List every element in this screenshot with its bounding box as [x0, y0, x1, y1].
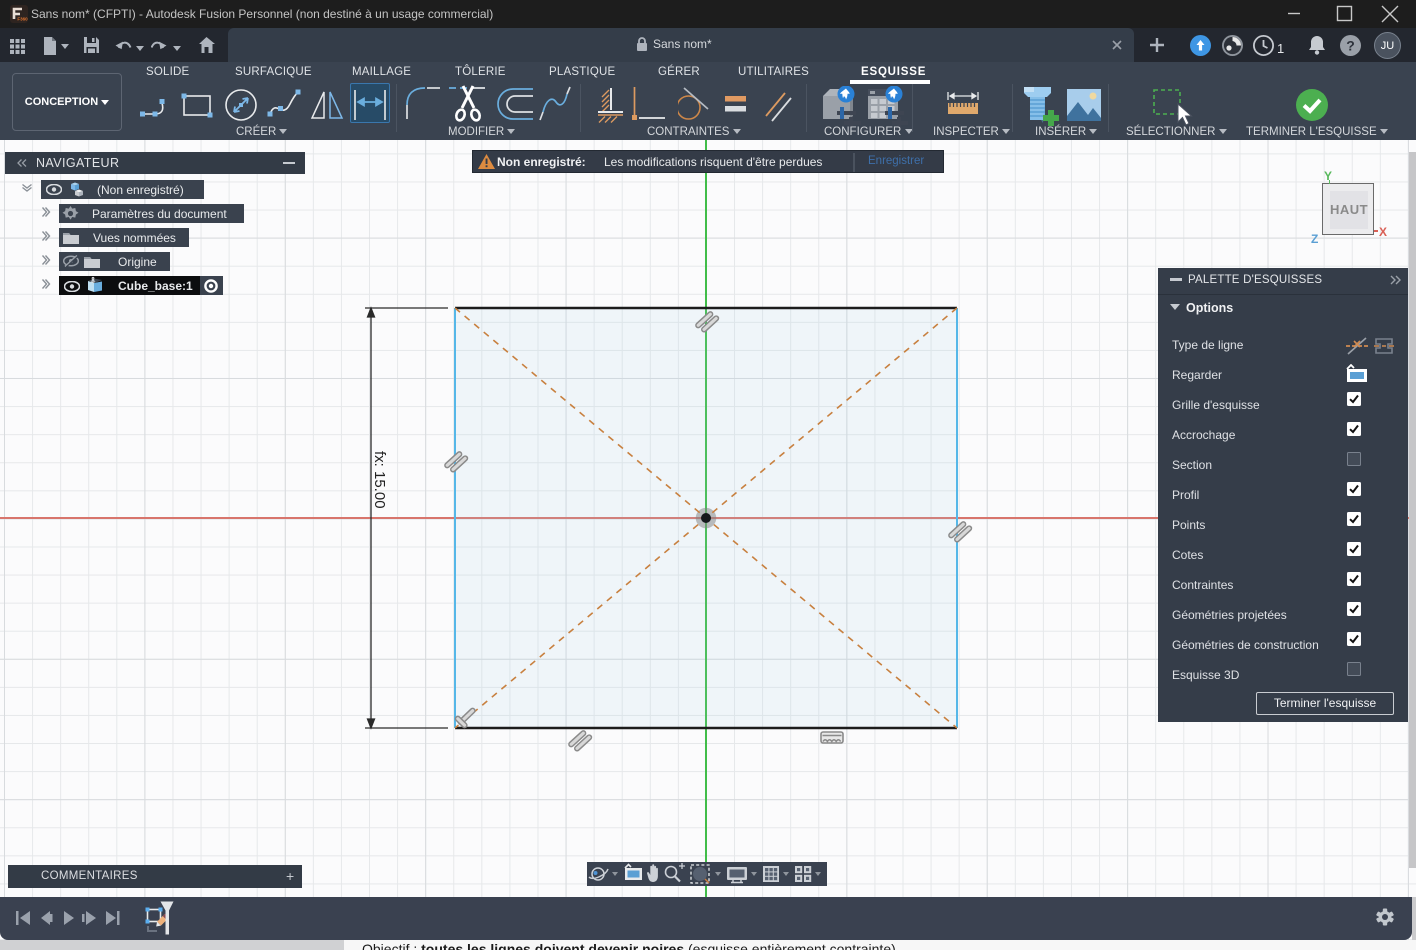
svg-text:F360: F360 [17, 16, 28, 21]
svg-text:fx: 15.00: fx: 15.00 [371, 451, 388, 509]
svg-text:?: ? [1346, 38, 1355, 54]
